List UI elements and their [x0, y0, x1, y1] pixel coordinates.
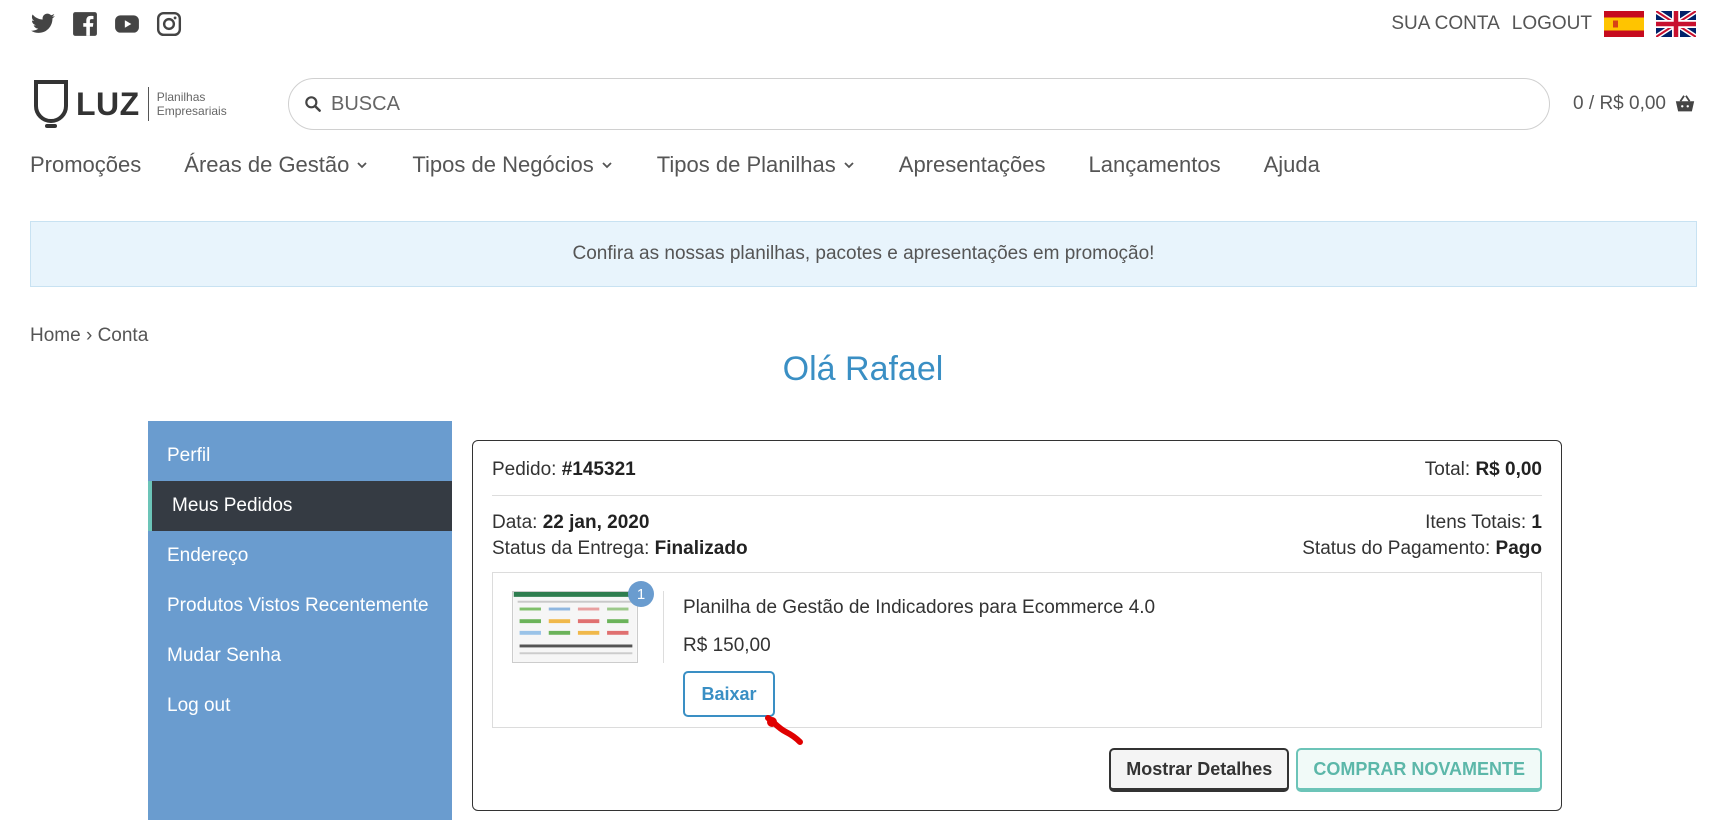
nav-item-tipos-de-negocios[interactable]: Tipos de Negócios [412, 152, 613, 178]
sidebar-item-meus-pedidos[interactable]: Meus Pedidos [148, 481, 452, 531]
top-bar: SUA CONTA LOGOUT [30, 8, 1696, 40]
buy-again-button[interactable]: COMPRAR NOVAMENTE [1296, 748, 1542, 792]
order-date-label: Data: [492, 512, 538, 533]
order-meta-right: Itens Totais: 1 Status do Pagamento: Pag… [1302, 510, 1542, 562]
logo-subtitle-line2: Empresariais [156, 104, 227, 118]
nav-item-areas-de-gestao[interactable]: Áreas de Gestão [184, 152, 369, 178]
breadcrumb-home[interactable]: Home [30, 325, 81, 346]
order-total: Total: R$ 0,00 [1425, 459, 1542, 481]
social-links [30, 11, 182, 37]
account-link[interactable]: SUA CONTA [1391, 13, 1499, 35]
pointer-annotation-icon [765, 715, 803, 745]
delivery-status: Status da Entrega: Finalizado [492, 536, 748, 562]
breadcrumb: Home › Conta [30, 325, 148, 347]
youtube-icon[interactable] [114, 11, 140, 37]
breadcrumb-current: Conta [97, 325, 149, 346]
delivery-status-value: Finalizado [654, 538, 748, 559]
instagram-icon[interactable] [156, 11, 182, 37]
cart-summary: 0 / R$ 0,00 [1573, 93, 1666, 114]
order-total-label: Total: [1424, 459, 1471, 480]
nav-item-promocoes[interactable]: Promoções [30, 152, 141, 178]
sidebar-item-produtos-vistos[interactable]: Produtos Vistos Recentemente [148, 581, 452, 631]
total-items-label: Itens Totais: [1425, 512, 1527, 533]
chevron-down-icon [357, 162, 368, 169]
product-thumbnail[interactable] [512, 591, 638, 663]
order-actions: Mostrar Detalhes COMPRAR NOVAMENTE [1109, 748, 1542, 792]
nav-label: Apresentações [898, 152, 1046, 177]
order-card: Pedido: #145321 Total: R$ 0,00 Data: 22 … [472, 440, 1562, 811]
order-date: Data: 22 jan, 2020 [492, 510, 748, 536]
uk-flag-icon[interactable] [1656, 11, 1696, 37]
order-number: Pedido: #145321 [492, 459, 636, 481]
sidebar-item-log-out[interactable]: Log out [148, 681, 452, 731]
basket-icon [1675, 95, 1695, 112]
nav-label: Tipos de Planilhas [656, 152, 836, 177]
payment-status-label: Status do Pagamento: [1302, 538, 1491, 559]
breadcrumb-separator: › [85, 325, 93, 346]
nav-label: Lançamentos [1088, 152, 1221, 177]
order-total-value: R$ 0,00 [1475, 459, 1542, 480]
order-meta: Data: 22 jan, 2020 Status da Entrega: Fi… [492, 510, 1542, 562]
product-price: R$ 150,00 [683, 635, 771, 656]
nav-item-tipos-de-planilhas[interactable]: Tipos de Planilhas [657, 152, 856, 178]
payment-status-value: Pago [1495, 538, 1542, 559]
logout-link[interactable]: LOGOUT [1512, 13, 1592, 35]
logo-subtitle-line1: Planilhas [156, 90, 206, 104]
sidebar-item-perfil[interactable]: Perfil [148, 431, 452, 481]
cart-button[interactable]: 0 / R$ 0,00 [1573, 93, 1696, 115]
order-number-label: Pedido: [492, 459, 557, 480]
nav-item-lancamentos[interactable]: Lançamentos [1089, 152, 1221, 178]
product-name[interactable]: Planilha de Gestão de Indicadores para E… [683, 597, 1155, 619]
download-button[interactable]: Baixar [683, 671, 775, 717]
header: LUZ Planilhas Empresariais 0 / R$ 0,00 [30, 74, 1696, 134]
search-input[interactable] [331, 92, 1481, 116]
page-title: Olá Rafael [782, 350, 944, 388]
facebook-icon[interactable] [72, 11, 98, 37]
nav-item-apresentacoes[interactable]: Apresentações [899, 152, 1046, 178]
nav-item-ajuda[interactable]: Ajuda [1264, 152, 1320, 178]
nav-label: Promoções [30, 152, 142, 177]
show-details-button[interactable]: Mostrar Detalhes [1109, 748, 1290, 792]
order-meta-left: Data: 22 jan, 2020 Status da Entrega: Fi… [492, 510, 748, 562]
order-item: 1 Planilha de Gestão de Indicadores para… [492, 572, 1542, 728]
total-items-value: 1 [1531, 512, 1542, 533]
order-date-value: 22 jan, 2020 [542, 512, 650, 533]
quantity-badge: 1 [628, 581, 654, 607]
logo-subtitle: Planilhas Empresariais [157, 90, 227, 118]
spain-flag-icon[interactable] [1604, 11, 1644, 37]
sidebar-item-endereco[interactable]: Endereço [148, 531, 452, 581]
sidebar-item-mudar-senha[interactable]: Mudar Senha [148, 631, 452, 681]
nav-label: Áreas de Gestão [184, 152, 350, 177]
nav-label: Ajuda [1263, 152, 1320, 177]
order-header: Pedido: #145321 Total: R$ 0,00 [492, 459, 1542, 496]
delivery-status-label: Status da Entrega: [492, 538, 650, 559]
chevron-down-icon [844, 162, 854, 169]
chevron-down-icon [602, 162, 612, 169]
logo-divider [147, 87, 149, 121]
nav-label: Tipos de Negócios [412, 152, 594, 177]
logo-text: LUZ [76, 85, 140, 122]
order-number-value: #145321 [561, 459, 636, 480]
search-bar [288, 78, 1550, 130]
promo-banner[interactable]: Confira as nossas planilhas, pacotes e a… [30, 221, 1697, 287]
total-items: Itens Totais: 1 [1302, 510, 1542, 536]
item-divider [663, 591, 664, 663]
site-logo[interactable]: LUZ Planilhas Empresariais [30, 74, 248, 134]
account-sidebar: Perfil Meus Pedidos Endereço Produtos Vi… [148, 421, 452, 820]
account-links: SUA CONTA LOGOUT [1391, 11, 1696, 37]
lightbulb-logo-icon [34, 80, 68, 128]
twitter-icon[interactable] [30, 11, 56, 37]
promo-text: Confira as nossas planilhas, pacotes e a… [572, 243, 1155, 264]
search-icon [305, 96, 321, 112]
main-nav: Promoções Áreas de Gestão Tipos de Negóc… [30, 152, 1363, 178]
payment-status: Status do Pagamento: Pago [1302, 536, 1542, 562]
